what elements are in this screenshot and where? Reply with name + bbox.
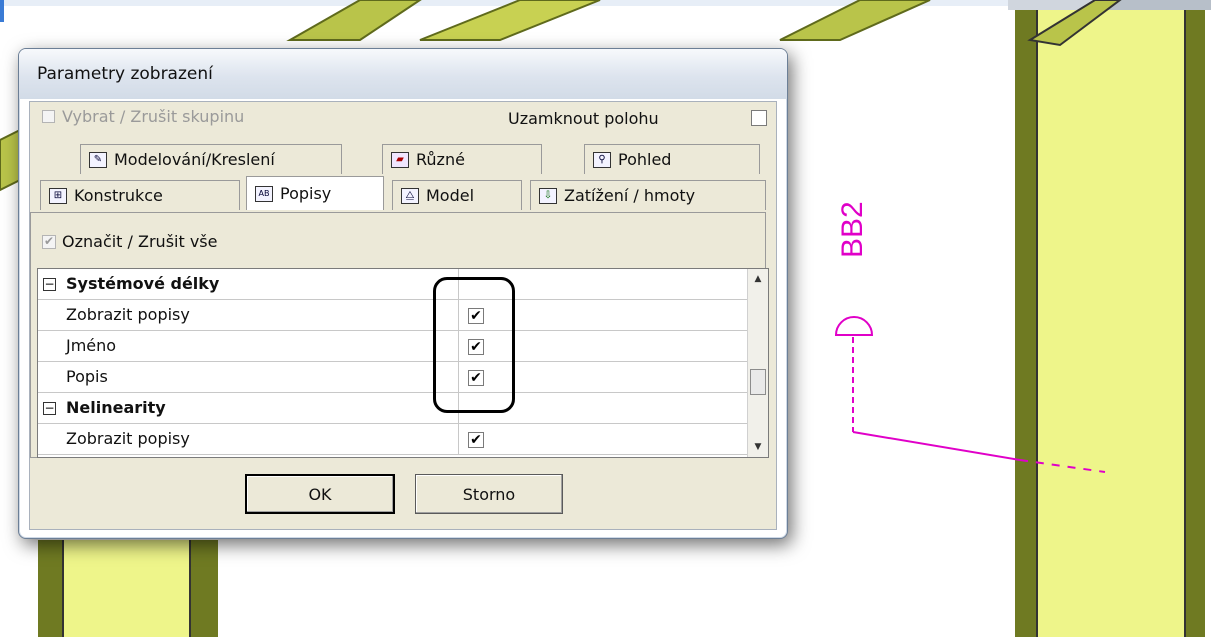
grid-row-group[interactable]: − Systémové délky <box>38 269 748 300</box>
grid-scrollbar[interactable]: ▲ ▼ <box>747 269 768 457</box>
scroll-thumb[interactable] <box>750 369 766 395</box>
grid-row[interactable]: Zobrazit popisy ✔ <box>38 300 748 331</box>
collapse-icon[interactable]: − <box>43 402 56 415</box>
tab-view[interactable]: ⚲ Pohled <box>584 144 760 174</box>
lock-position-label: Uzamknout polohu <box>508 109 659 128</box>
tab-model[interactable]: ⧋ Model <box>392 180 522 210</box>
load-icon: ⇩ <box>539 187 557 204</box>
diagonal-beam <box>0 128 21 192</box>
tab-labels[interactable]: AB Popisy <box>246 176 384 210</box>
collapse-icon[interactable]: − <box>43 278 56 291</box>
tab-structure[interactable]: ⊞ Konstrukce <box>40 180 240 210</box>
drawing-icon: ✎ <box>89 151 107 168</box>
tab-modeling-drawing[interactable]: ✎ Modelování/Kreslení <box>80 144 342 174</box>
property-name: Jméno <box>66 336 117 355</box>
lock-position-checkbox[interactable] <box>751 110 767 126</box>
grid-row[interactable]: Jméno ✔ <box>38 331 748 362</box>
column-right <box>1015 0 1205 637</box>
tab-label: Popisy <box>280 184 332 203</box>
select-group-label: Vybrat / Zrušit skupinu <box>62 107 245 126</box>
cancel-button[interactable]: Storno <box>415 474 563 514</box>
mark-all-label: Označit / Zrušit vše <box>62 232 218 251</box>
dialog-title: Parametry zobrazení <box>37 64 213 84</box>
grid-row[interactable]: Zobrazit popisy ✔ <box>38 424 748 455</box>
scroll-up-icon[interactable]: ▲ <box>748 269 768 289</box>
labels-property-grid[interactable]: − Systémové délky Zobrazit popisy ✔ Jmén… <box>37 268 769 458</box>
scroll-down-icon[interactable]: ▼ <box>748 437 768 457</box>
property-name: Popis <box>66 367 108 386</box>
labels-icon: AB <box>255 185 273 202</box>
display-parameters-dialog: Parametry zobrazení Vybrat / Zrušit skup… <box>18 48 788 539</box>
tab-label: Konstrukce <box>74 186 163 205</box>
tab-label: Pohled <box>618 150 672 169</box>
tab-label: Zatížení / hmoty <box>564 186 696 205</box>
mark-all-checkbox[interactable]: ✔ <box>42 235 56 249</box>
select-group-checkbox[interactable] <box>42 110 55 123</box>
member-label-bb2: BB2 <box>836 201 869 258</box>
misc-icon: ▰ <box>391 151 409 168</box>
ok-button[interactable]: OK <box>245 474 395 514</box>
dialog-titlebar[interactable]: Parametry zobrazení <box>19 49 787 99</box>
tab-label: Různé <box>416 150 465 169</box>
group-name: Systémové délky <box>66 274 220 293</box>
tab-misc[interactable]: ▰ Různé <box>382 144 542 174</box>
tab-label: Model <box>426 186 475 205</box>
grid-row[interactable]: Popis ✔ <box>38 362 748 393</box>
group-name: Nelinearity <box>66 398 166 417</box>
model-icon: ⧋ <box>401 187 419 204</box>
property-name: Zobrazit popisy <box>66 429 190 448</box>
tab-loads-masses[interactable]: ⇩ Zatížení / hmoty <box>530 180 766 210</box>
view-icon: ⚲ <box>593 151 611 168</box>
grid-row-group[interactable]: − Nelinearity <box>38 393 748 424</box>
structure-icon: ⊞ <box>49 187 67 204</box>
column-left <box>38 540 218 637</box>
highlight-annotation <box>433 277 515 413</box>
tab-label: Modelování/Kreslení <box>114 150 275 169</box>
property-name: Zobrazit popisy <box>66 305 190 324</box>
property-checkbox[interactable]: ✔ <box>468 432 484 448</box>
